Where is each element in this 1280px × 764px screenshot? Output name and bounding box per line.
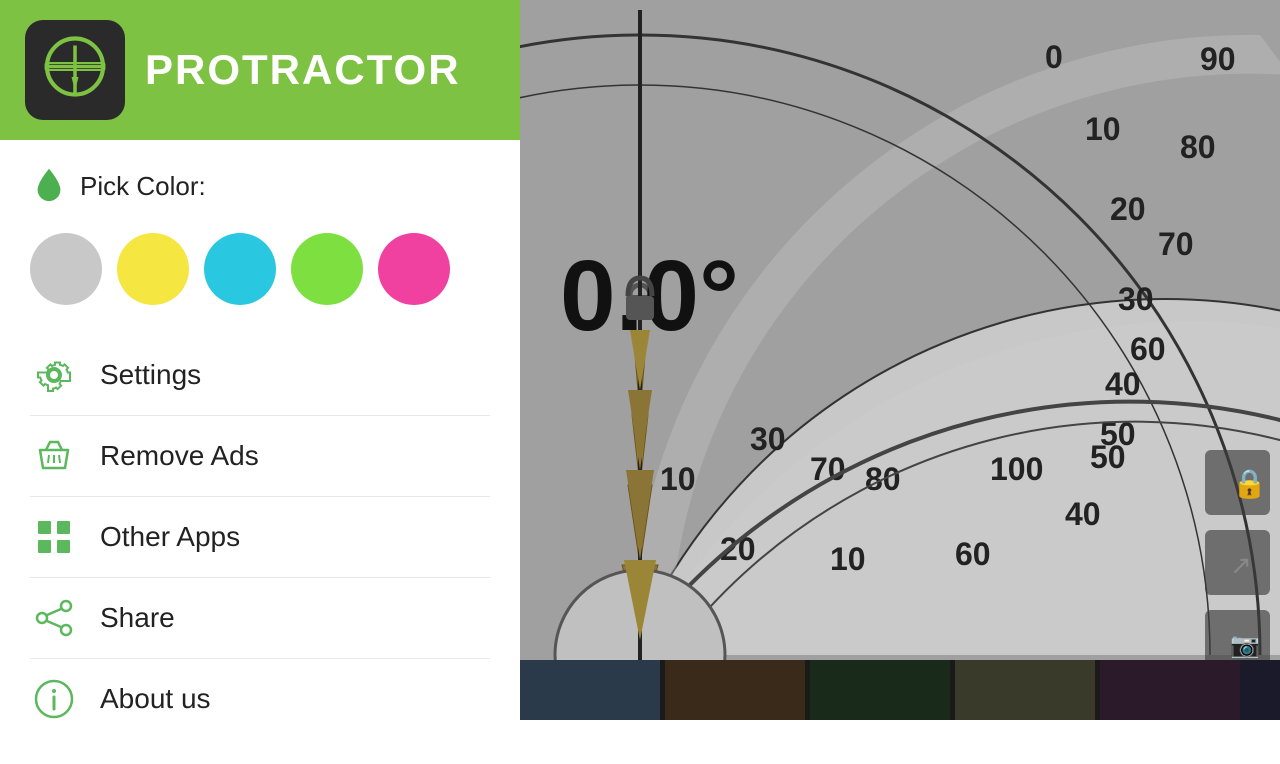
svg-text:↗: ↗ bbox=[1230, 550, 1252, 580]
svg-text:30: 30 bbox=[750, 421, 786, 457]
svg-text:60: 60 bbox=[1130, 331, 1166, 367]
other-apps-label: Other Apps bbox=[100, 521, 240, 553]
color-cyan[interactable] bbox=[204, 233, 276, 305]
color-yellow[interactable] bbox=[117, 233, 189, 305]
menu-item-settings[interactable]: Settings bbox=[30, 335, 490, 416]
svg-text:70: 70 bbox=[1158, 226, 1194, 262]
svg-text:40: 40 bbox=[1105, 366, 1141, 402]
settings-label: Settings bbox=[100, 359, 201, 391]
color-circles bbox=[30, 233, 490, 305]
svg-text:40: 40 bbox=[1065, 496, 1101, 532]
droplet-icon bbox=[30, 165, 68, 208]
about-label: About us bbox=[100, 683, 211, 715]
pick-color-row: Pick Color: bbox=[30, 165, 490, 208]
svg-text:10: 10 bbox=[1085, 111, 1121, 147]
svg-text:10: 10 bbox=[660, 461, 696, 497]
share-label: Share bbox=[100, 602, 175, 634]
svg-text:60: 60 bbox=[955, 536, 991, 572]
left-panel: PROTRACTOR Pick Color: bbox=[0, 0, 520, 720]
svg-text:90: 90 bbox=[1200, 41, 1236, 77]
gear-icon bbox=[30, 351, 78, 399]
pick-color-label: Pick Color: bbox=[80, 171, 206, 202]
svg-text:0: 0 bbox=[1045, 39, 1063, 75]
color-green[interactable] bbox=[291, 233, 363, 305]
info-icon bbox=[30, 675, 78, 723]
menu-item-remove-ads[interactable]: Remove Ads bbox=[30, 416, 490, 497]
svg-text:80: 80 bbox=[1180, 129, 1216, 165]
basket-icon bbox=[30, 432, 78, 480]
content-area: Pick Color: Settings bbox=[0, 140, 520, 764]
svg-text:10: 10 bbox=[830, 541, 866, 577]
share-icon bbox=[30, 594, 78, 642]
app-title: PROTRACTOR bbox=[145, 46, 461, 94]
protractor-svg: 0 10 20 30 40 50 90 80 70 60 50 40 100 8… bbox=[520, 0, 1280, 720]
menu-item-other-apps[interactable]: Other Apps bbox=[30, 497, 490, 578]
svg-text:30: 30 bbox=[1118, 281, 1154, 317]
color-gray[interactable] bbox=[30, 233, 102, 305]
svg-text:🔒: 🔒 bbox=[1232, 468, 1267, 500]
menu-list: Settings Remove Ads bbox=[30, 335, 490, 739]
svg-text:📷: 📷 bbox=[1230, 632, 1260, 659]
app-header: PROTRACTOR bbox=[0, 0, 520, 140]
protractor-panel[interactable]: 0 10 20 30 40 50 90 80 70 60 50 40 100 8… bbox=[520, 0, 1280, 720]
grid-icon bbox=[30, 513, 78, 561]
color-pink[interactable] bbox=[378, 233, 450, 305]
app-icon bbox=[25, 20, 125, 120]
svg-text:100: 100 bbox=[990, 451, 1043, 487]
menu-item-about[interactable]: About us bbox=[30, 659, 490, 739]
remove-ads-label: Remove Ads bbox=[100, 440, 259, 472]
svg-text:20: 20 bbox=[1110, 191, 1146, 227]
menu-item-share[interactable]: Share bbox=[30, 578, 490, 659]
